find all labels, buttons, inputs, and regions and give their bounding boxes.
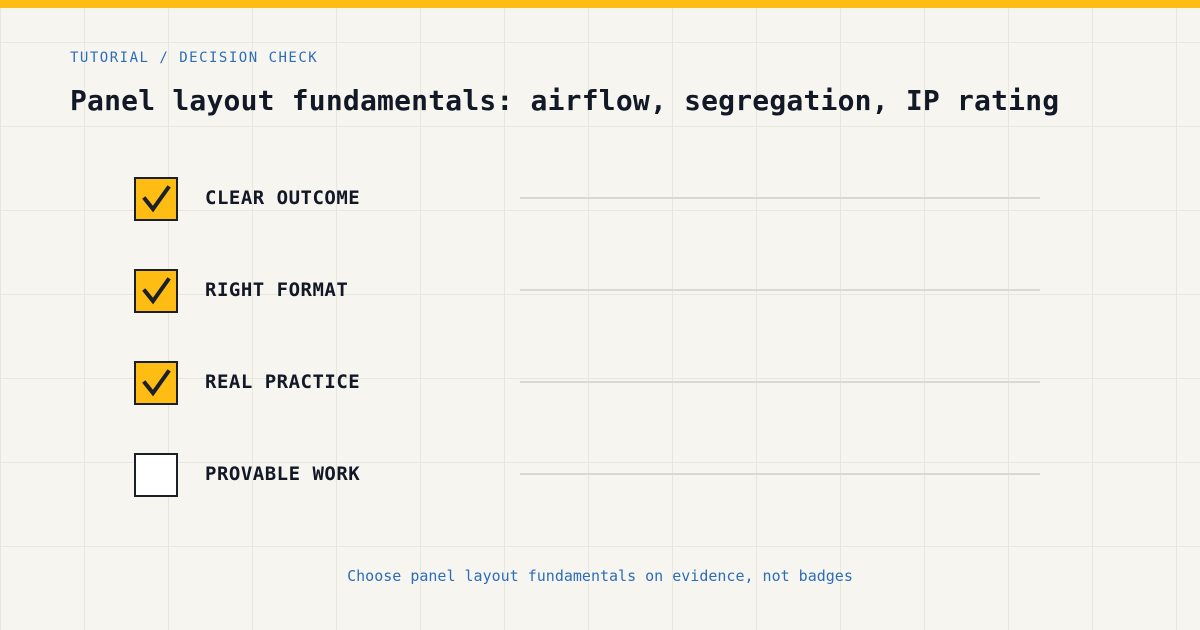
checkbox-real-practice[interactable] bbox=[134, 361, 178, 405]
checkmark-icon bbox=[142, 185, 171, 213]
checkbox-provable-work[interactable] bbox=[134, 453, 178, 497]
breadcrumb: TUTORIAL / DECISION CHECK bbox=[70, 50, 319, 66]
checklist-label: CLEAR OUTCOME bbox=[205, 187, 361, 209]
top-accent-bar bbox=[0, 0, 1200, 8]
answer-line bbox=[520, 197, 1040, 199]
checklist-item-provable-work: PROVABLE WORK bbox=[134, 453, 1040, 497]
checklist-label: REAL PRACTICE bbox=[205, 371, 361, 393]
checkmark-icon bbox=[142, 277, 171, 305]
page-title: Panel layout fundamentals: airflow, segr… bbox=[70, 84, 1060, 117]
checklist-item-right-format: RIGHT FORMAT bbox=[134, 269, 1040, 313]
checkmark-icon bbox=[142, 369, 171, 397]
checkbox-clear-outcome[interactable] bbox=[134, 177, 178, 221]
checklist-label: RIGHT FORMAT bbox=[205, 279, 349, 301]
checkbox-right-format[interactable] bbox=[134, 269, 178, 313]
checklist-item-real-practice: REAL PRACTICE bbox=[134, 361, 1040, 405]
answer-line bbox=[520, 473, 1040, 475]
answer-line bbox=[520, 289, 1040, 291]
footer-note: Choose panel layout fundamentals on evid… bbox=[347, 567, 853, 585]
answer-line bbox=[520, 381, 1040, 383]
checklist-item-clear-outcome: CLEAR OUTCOME bbox=[134, 177, 1040, 221]
checklist-label: PROVABLE WORK bbox=[205, 463, 361, 485]
